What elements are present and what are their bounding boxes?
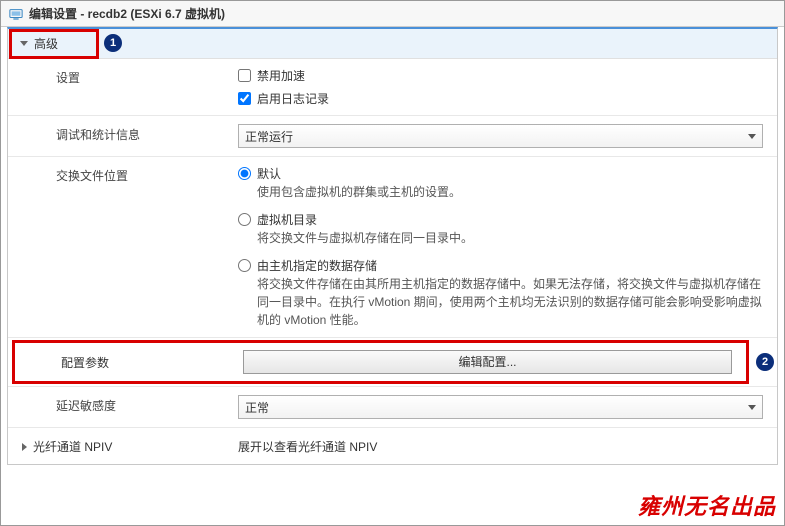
swap-host-radio[interactable] [238, 259, 251, 272]
enable-logging-checkbox[interactable] [238, 92, 251, 105]
chevron-down-icon [20, 41, 28, 46]
debug-stats-select[interactable]: 正常运行 [238, 124, 763, 148]
latency-value: 正常 [245, 399, 269, 416]
npiv-desc: 展开以查看光纤通道 NPIV [238, 440, 377, 454]
swap-vmdir-label: 虚拟机目录 [257, 211, 317, 228]
swap-vmdir-desc: 将交换文件与虚拟机存储在同一目录中。 [257, 229, 763, 247]
section-advanced-label: 高级 [34, 35, 58, 52]
chevron-down-icon [748, 405, 756, 410]
row-swap-location: 交换文件位置 默认 使用包含虚拟机的群集或主机的设置。 虚拟机目录 将交换文件与… [8, 157, 777, 338]
row-config-params: 配置参数 编辑配置... 2 [8, 338, 777, 387]
row-latency-label: 延迟敏感度 [8, 387, 238, 427]
npiv-toggle[interactable]: 光纤通道 NPIV [8, 428, 238, 465]
watermark-text: 雍州无名出品 [638, 489, 776, 521]
annotation-number-2: 2 [756, 353, 774, 371]
latency-select[interactable]: 正常 [238, 395, 763, 419]
dialog-title: 编辑设置 - recdb2 (ESXi 6.7 虚拟机) [29, 5, 225, 22]
row-settings: 设置 禁用加速 启用日志记录 [8, 59, 777, 116]
row-debug-stats-label: 调试和统计信息 [8, 116, 238, 156]
row-swap-location-label: 交换文件位置 [8, 157, 238, 337]
swap-default-radio[interactable] [238, 167, 251, 180]
row-settings-label: 设置 [8, 59, 238, 115]
chevron-right-icon [22, 443, 27, 451]
swap-host-label: 由主机指定的数据存储 [257, 257, 377, 274]
chevron-down-icon [748, 134, 756, 139]
disable-acceleration-checkbox[interactable] [238, 69, 251, 82]
row-config-params-label: 配置参数 [21, 348, 243, 377]
row-npiv: 光纤通道 NPIV 展开以查看光纤通道 NPIV [8, 428, 777, 465]
row-npiv-label: 光纤通道 NPIV [33, 438, 112, 455]
debug-stats-value: 正常运行 [245, 128, 293, 145]
swap-vmdir-radio[interactable] [238, 213, 251, 226]
swap-host-desc: 将交换文件存储在由其所用主机指定的数据存储中。如果无法存储，将交换文件与虚拟机存… [257, 275, 763, 329]
swap-default-label: 默认 [257, 165, 281, 182]
section-advanced[interactable]: 高级 [8, 29, 777, 59]
edit-config-button[interactable]: 编辑配置... [243, 350, 732, 374]
swap-default-desc: 使用包含虚拟机的群集或主机的设置。 [257, 183, 763, 201]
title-bar: 编辑设置 - recdb2 (ESXi 6.7 虚拟机) [1, 1, 784, 27]
annotation-number-1: 1 [104, 34, 122, 52]
content-panel: 高级 设置 禁用加速 启用日志记录 调试和统计信息 正常运行 [7, 27, 778, 465]
vm-icon [9, 7, 23, 21]
disable-acceleration-label: 禁用加速 [257, 67, 305, 84]
row-debug-stats: 调试和统计信息 正常运行 [8, 116, 777, 157]
enable-logging-label: 启用日志记录 [257, 90, 329, 107]
dialog-window: 编辑设置 - recdb2 (ESXi 6.7 虚拟机) 1 高级 设置 禁用加… [0, 0, 785, 526]
row-latency: 延迟敏感度 正常 [8, 387, 777, 428]
